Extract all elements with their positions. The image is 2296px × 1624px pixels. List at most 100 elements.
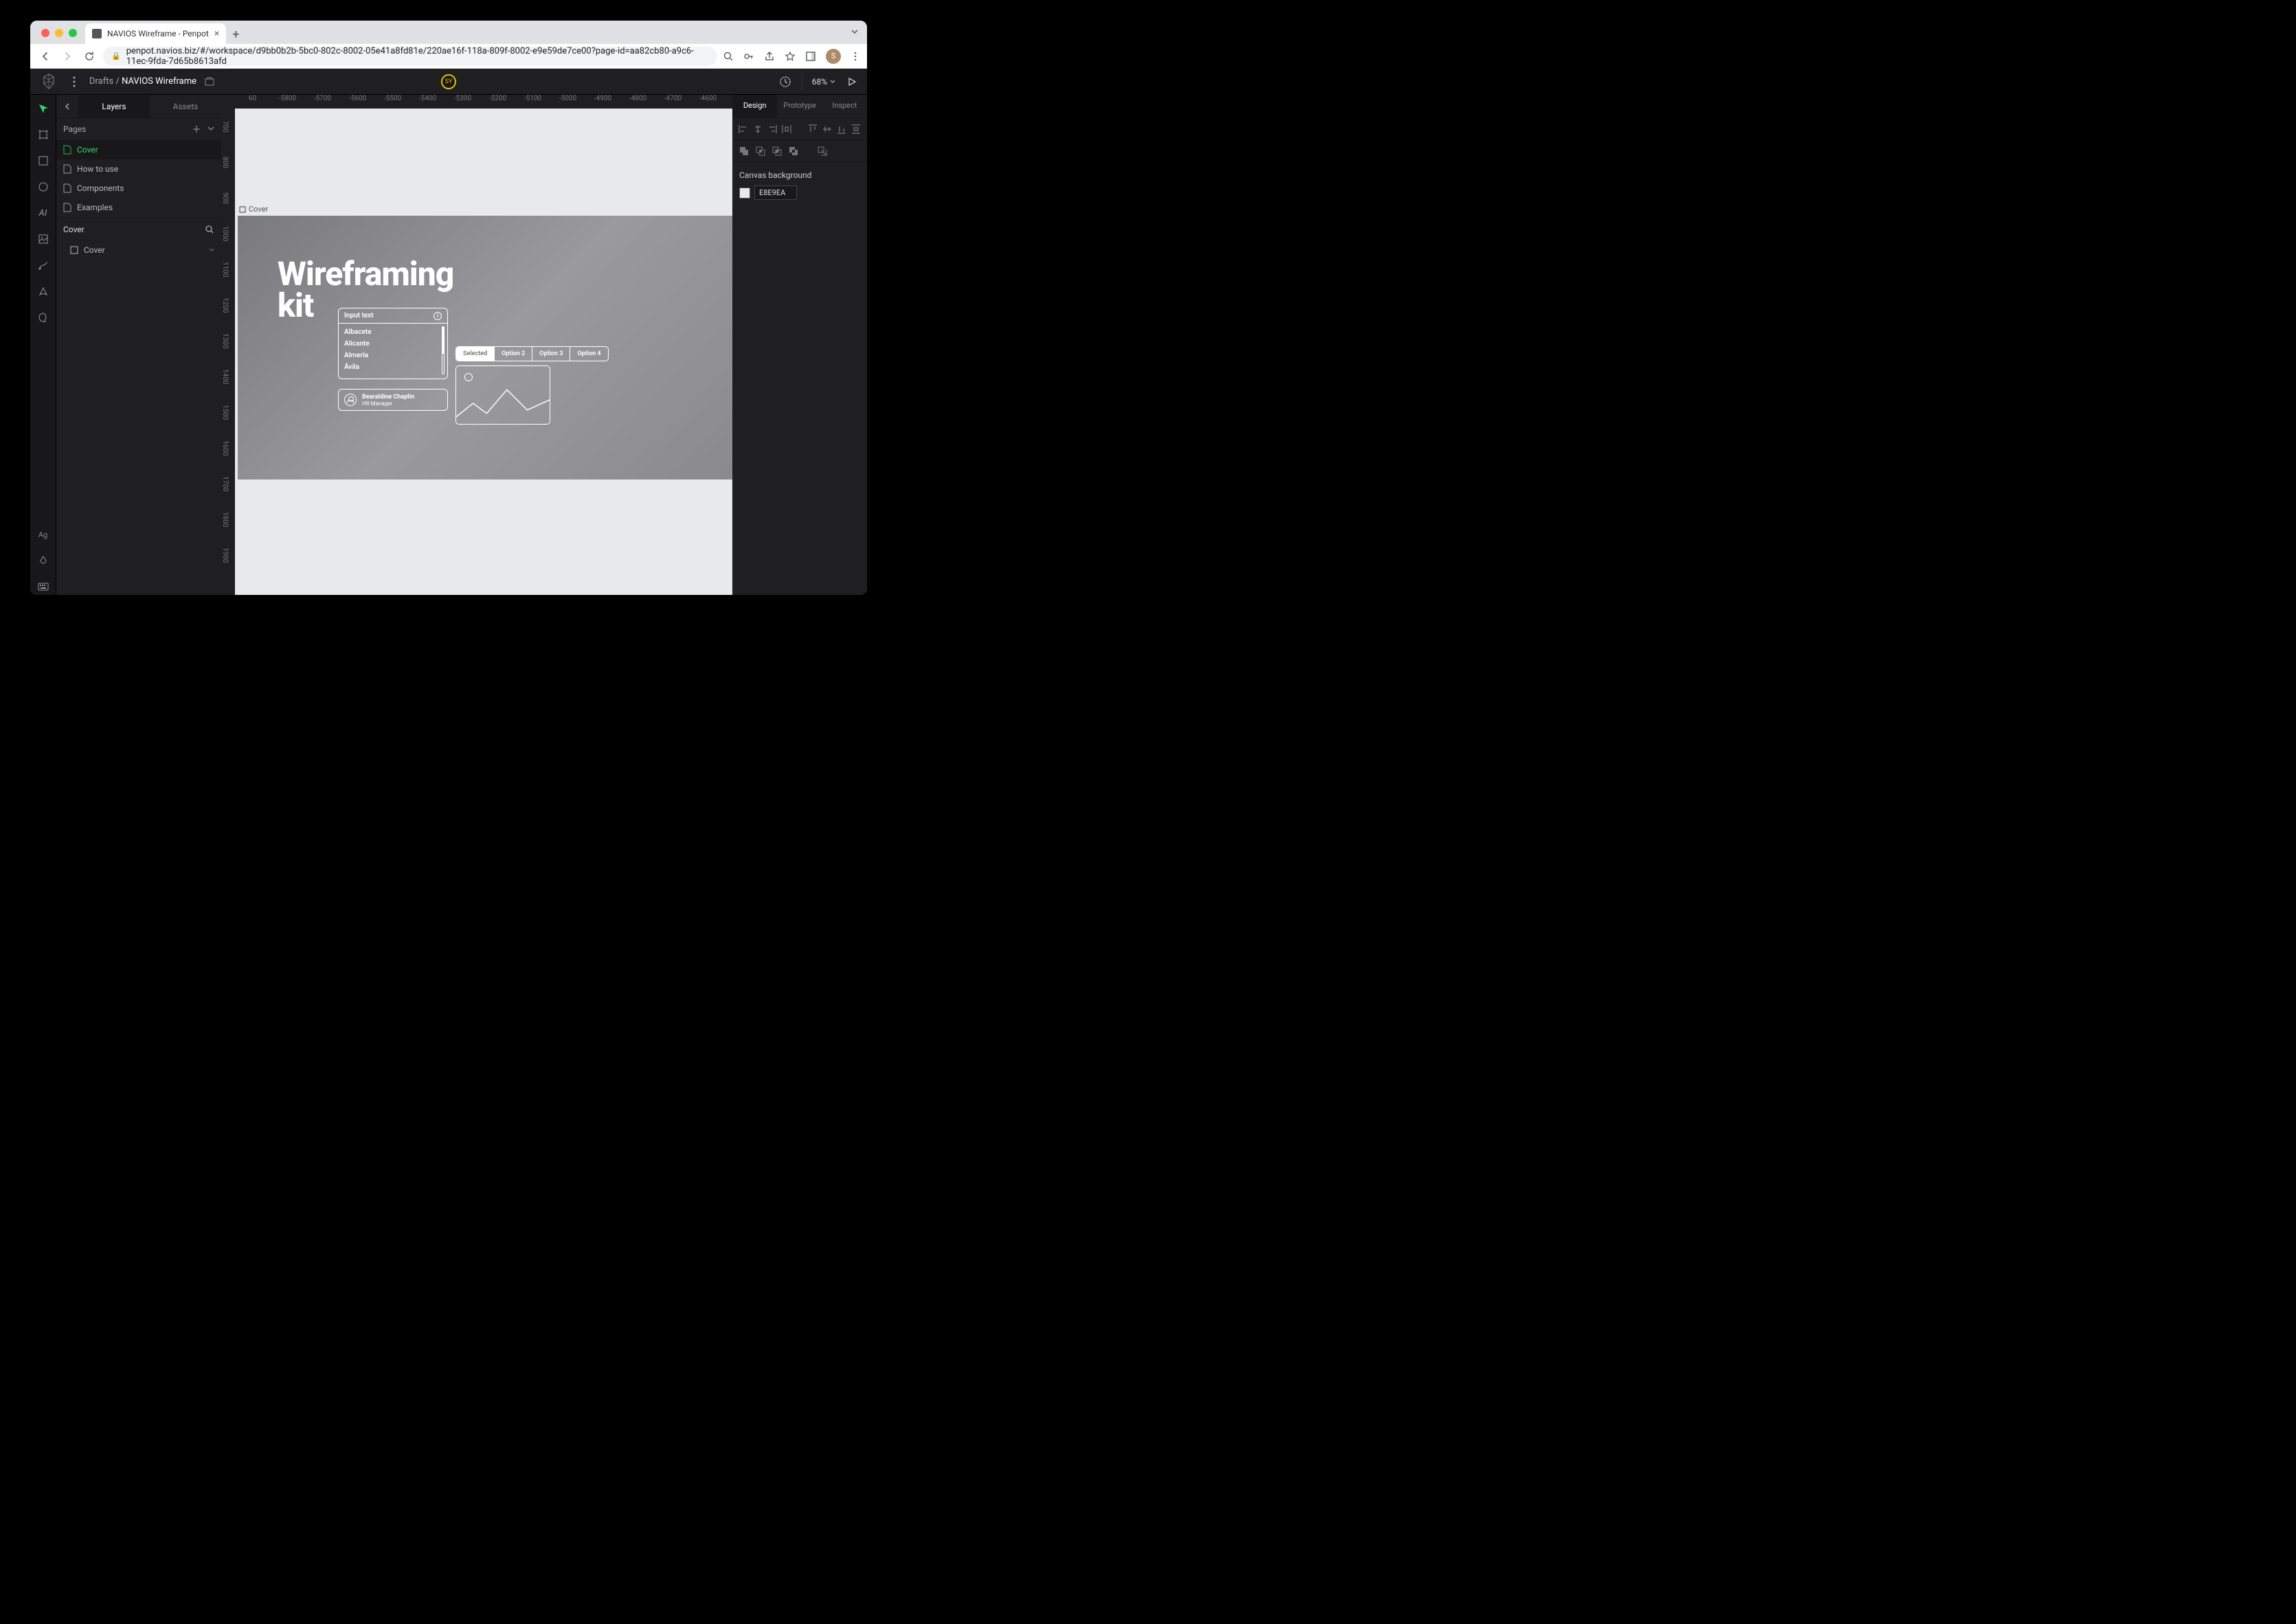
color-swatch[interactable] xyxy=(739,188,750,199)
image-tool[interactable] xyxy=(35,231,52,247)
breadcrumb-root[interactable]: Drafts xyxy=(89,76,113,87)
canvas: 60-5800-5700-5600-5500-5400-5300-5200-51… xyxy=(221,95,732,595)
bookmark-icon[interactable] xyxy=(785,51,796,62)
align-bottom-icon[interactable] xyxy=(837,123,847,135)
path-tool[interactable] xyxy=(35,283,52,300)
align-row xyxy=(732,118,867,140)
pages-header: Pages xyxy=(56,118,221,140)
distribute-v-icon[interactable] xyxy=(851,123,862,135)
frame-tool[interactable] xyxy=(35,126,52,143)
list-item: Alicante xyxy=(344,338,442,350)
zoom-control[interactable]: 68% xyxy=(812,77,835,87)
tab-prototype[interactable]: Prototype xyxy=(777,95,822,117)
shared-library-icon[interactable] xyxy=(205,77,214,87)
ellipse-tool[interactable] xyxy=(35,179,52,195)
frame-label[interactable]: Cover xyxy=(239,205,268,214)
address-bar: 🔒 penpot.navios.biz/#/workspace/d9bb0b2b… xyxy=(30,44,867,69)
align-center-h-icon[interactable] xyxy=(752,123,763,135)
align-top-icon[interactable] xyxy=(807,123,818,135)
horizontal-ruler[interactable]: 60-5800-5700-5600-5500-5400-5300-5200-51… xyxy=(235,95,732,109)
comment-tool[interactable] xyxy=(35,309,52,326)
list-item: Albacete xyxy=(344,326,442,338)
page-icon xyxy=(63,183,71,193)
penpot-logo[interactable] xyxy=(38,71,59,92)
align-left-icon[interactable] xyxy=(738,123,748,135)
union-icon[interactable] xyxy=(738,145,750,157)
avatar-icon xyxy=(344,394,357,406)
key-icon[interactable] xyxy=(743,51,754,62)
color-hex-input[interactable] xyxy=(754,185,797,200)
panel-back-button[interactable] xyxy=(56,103,78,110)
user-badge[interactable]: SY xyxy=(441,74,456,89)
lock-icon: 🔒 xyxy=(111,52,121,60)
page-item-examples[interactable]: Examples xyxy=(56,198,221,217)
flatten-icon[interactable] xyxy=(816,145,829,157)
canvas-bg-color-row xyxy=(732,185,867,207)
intersect-icon[interactable] xyxy=(771,145,783,157)
back-button[interactable] xyxy=(37,48,54,65)
layer-item-cover[interactable]: Cover xyxy=(56,240,221,260)
chevron-down-icon xyxy=(209,247,214,253)
tab-design[interactable]: Design xyxy=(732,95,777,117)
close-window-button[interactable] xyxy=(41,29,49,37)
maximize-window-button[interactable] xyxy=(69,29,77,37)
vertical-ruler[interactable]: 7008009001000110012001300140015001600170… xyxy=(221,109,235,595)
rectangle-tool[interactable] xyxy=(35,153,52,169)
add-page-button[interactable] xyxy=(192,125,201,133)
active-users: SY xyxy=(441,74,456,89)
page-item-components[interactable]: Components xyxy=(56,179,221,198)
extensions-icon[interactable] xyxy=(805,51,816,62)
typography-panel[interactable]: Ag xyxy=(35,526,52,543)
share-icon[interactable] xyxy=(764,51,775,62)
color-panel[interactable] xyxy=(35,552,52,569)
view-mode-button[interactable] xyxy=(845,75,859,89)
page-list: Cover How to use Components Examples xyxy=(56,140,221,217)
history-icon[interactable] xyxy=(778,75,792,89)
traffic-lights xyxy=(41,29,77,37)
url-field[interactable]: 🔒 penpot.navios.biz/#/workspace/d9bb0b2b… xyxy=(103,47,717,66)
browser-tab[interactable]: NAVIOS Wireframe - Penpot × xyxy=(85,23,226,44)
main-menu-button[interactable] xyxy=(67,75,81,89)
minimize-window-button[interactable] xyxy=(55,29,63,37)
curve-tool[interactable] xyxy=(35,257,52,273)
frame-icon xyxy=(70,246,78,254)
right-panel: Design Prototype Inspect xyxy=(732,95,867,595)
text-tool[interactable]: AI xyxy=(35,205,52,221)
shortcuts-panel[interactable] xyxy=(35,578,52,595)
tab-layers[interactable]: Layers xyxy=(78,95,150,117)
menu-icon[interactable] xyxy=(851,52,860,61)
left-panel: Layers Assets Pages Cover xyxy=(56,95,221,595)
distribute-h-icon[interactable] xyxy=(782,123,792,135)
tab-assets[interactable]: Assets xyxy=(150,95,221,117)
profile-role: HR Manager xyxy=(362,401,414,407)
wireframe-segmented-control: Selected Option 2 Option 3 Option 4 xyxy=(455,346,609,361)
align-right-icon[interactable] xyxy=(767,123,777,135)
move-tool[interactable] xyxy=(35,100,52,117)
tab-strip: NAVIOS Wireframe - Penpot × + xyxy=(30,21,867,44)
tabs-dropdown-icon[interactable] xyxy=(851,27,859,36)
exclude-icon[interactable] xyxy=(787,145,800,157)
address-bar-actions: S xyxy=(723,49,860,64)
align-center-v-icon[interactable] xyxy=(822,123,832,135)
breadcrumb-current[interactable]: NAVIOS Wireframe xyxy=(122,76,196,87)
tab-title: NAVIOS Wireframe - Penpot xyxy=(107,29,209,38)
segment-item: Option 3 xyxy=(532,347,570,361)
tab-inspect[interactable]: Inspect xyxy=(822,95,867,117)
profile-avatar[interactable]: S xyxy=(826,49,841,64)
canvas-bg-label: Canvas background xyxy=(732,162,867,185)
artboard-cover[interactable]: Wireframing kit Input text i Alba xyxy=(238,216,732,480)
left-toolbar: AI Ag xyxy=(30,95,56,595)
reload-button[interactable] xyxy=(81,48,98,65)
app-body: AI Ag Layers Assets xyxy=(30,95,867,595)
viewport[interactable]: Cover Wireframing kit Input text i xyxy=(235,109,732,595)
new-tab-button[interactable]: + xyxy=(226,25,245,44)
close-tab-button[interactable]: × xyxy=(214,28,219,39)
forward-button[interactable] xyxy=(59,48,76,65)
search-icon[interactable] xyxy=(723,51,734,62)
panel-header: Layers Assets xyxy=(56,95,221,118)
page-item-how-to-use[interactable]: How to use xyxy=(56,159,221,179)
search-layers-icon[interactable] xyxy=(205,225,214,234)
subtract-icon[interactable] xyxy=(754,145,767,157)
page-item-cover[interactable]: Cover xyxy=(56,140,221,159)
collapse-pages-button[interactable] xyxy=(207,125,214,133)
